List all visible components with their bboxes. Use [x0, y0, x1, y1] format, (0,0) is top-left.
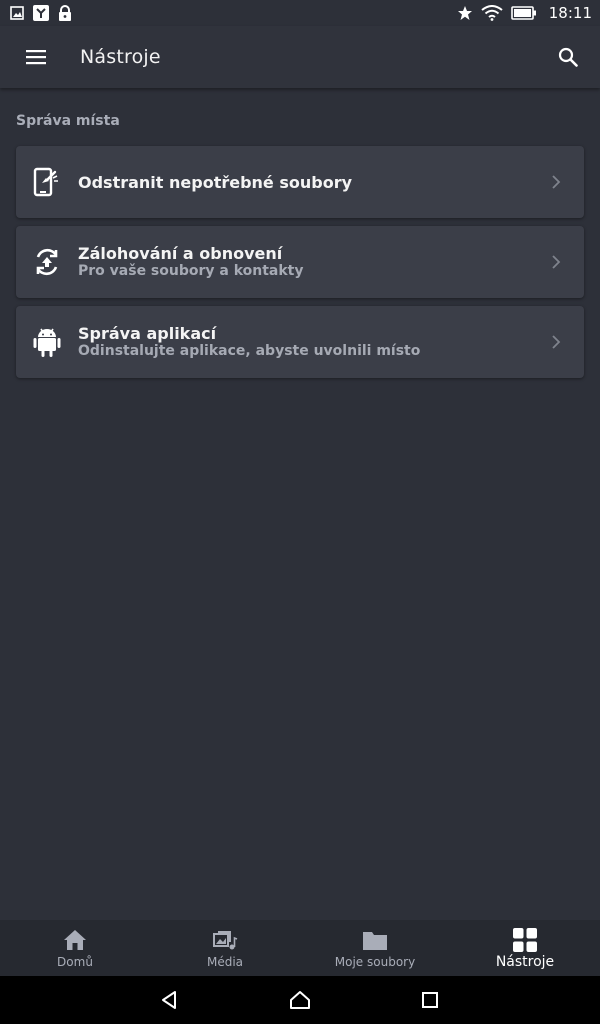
- nav-item-my-files[interactable]: Moje soubory: [300, 920, 450, 976]
- clock: 18:11: [548, 4, 592, 22]
- backup-icon: [36, 248, 58, 276]
- chevron-right-icon: [528, 146, 584, 218]
- card-title: Odstranit nepotřebné soubory: [78, 172, 353, 192]
- page-title: Nástroje: [80, 46, 161, 68]
- search-button[interactable]: [536, 26, 600, 88]
- menu-button[interactable]: [0, 26, 72, 88]
- back-icon: [162, 991, 176, 1009]
- card-remove-unneeded-files[interactable]: Odstranit nepotřebné soubory: [16, 146, 584, 218]
- menu-icon: [26, 50, 46, 65]
- wifi-icon: [481, 5, 503, 21]
- card-title: Zálohování a obnovení: [78, 244, 283, 263]
- status-right-icons: 18:11: [457, 4, 592, 22]
- grid-icon: [513, 928, 537, 952]
- chevron-right-icon: [528, 226, 584, 298]
- card-app-management[interactable]: Správa aplikací Odinstalujte aplikace, a…: [16, 306, 584, 378]
- status-bar: 18:11: [0, 0, 600, 26]
- lock-icon: [59, 5, 71, 21]
- card-subtitle: Odinstalujte aplikace, abyste uvolnili m…: [78, 343, 421, 359]
- system-back-button[interactable]: [150, 980, 190, 1020]
- search-icon: [558, 47, 578, 67]
- nav-label: Domů: [57, 955, 93, 969]
- card-text: Zálohování a obnovení Pro vaše soubory a…: [78, 244, 528, 280]
- nav-label: Nástroje: [495, 954, 555, 970]
- app-notification-icon: [33, 5, 49, 21]
- chevron-right-icon: [528, 306, 584, 378]
- card-icon-wrap: [16, 146, 78, 218]
- card-icon-wrap: [16, 306, 78, 378]
- system-recents-button[interactable]: [410, 980, 450, 1020]
- section-title: Správa místa: [16, 113, 120, 129]
- card-icon-wrap: [16, 226, 78, 298]
- phone-clean-icon: [33, 167, 58, 197]
- status-left-icons: [10, 4, 72, 22]
- system-home-button[interactable]: [280, 980, 320, 1020]
- nav-item-tools[interactable]: Nástroje: [450, 920, 600, 976]
- image-icon: [10, 6, 24, 20]
- recents-icon: [422, 992, 438, 1008]
- star-icon: [457, 6, 472, 20]
- nav-item-media[interactable]: Média: [150, 920, 300, 976]
- battery-icon: [510, 6, 536, 20]
- card-text: Odstranit nepotřebné soubory: [78, 173, 528, 192]
- android-icon: [33, 328, 61, 357]
- card-subtitle: Pro vaše soubory a kontakty: [78, 263, 304, 279]
- app-bar: Nástroje: [0, 26, 600, 88]
- home-icon: [64, 930, 86, 950]
- card-backup-restore[interactable]: Zálohování a obnovení Pro vaše soubory a…: [16, 226, 584, 298]
- folder-icon: [363, 932, 387, 950]
- bottom-navigation: Domů Média Moje soubory Nástroje: [0, 920, 600, 976]
- media-icon: [213, 931, 238, 950]
- nav-item-home[interactable]: Domů: [0, 920, 150, 976]
- system-navigation-bar: [0, 976, 600, 1024]
- home-outline-icon: [290, 991, 310, 1009]
- nav-label: Média: [206, 955, 244, 969]
- card-title: Správa aplikací: [78, 324, 217, 343]
- nav-label: Moje soubory: [334, 955, 416, 969]
- card-text: Správa aplikací Odinstalujte aplikace, a…: [78, 324, 528, 360]
